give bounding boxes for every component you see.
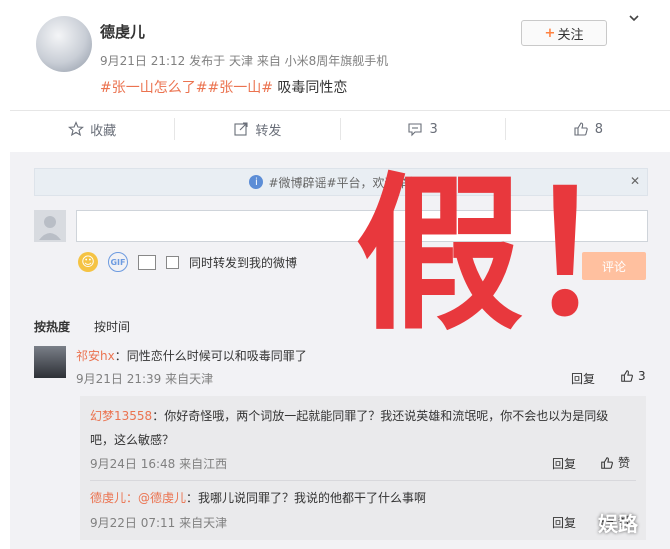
post-time[interactable]: 9月21日 21:12 bbox=[100, 54, 185, 68]
chevron-down-icon[interactable] bbox=[628, 12, 642, 26]
reply-button[interactable]: 回复 bbox=[552, 514, 576, 531]
sort-by-time[interactable]: 按时间 bbox=[94, 318, 130, 335]
like-button[interactable]: 8 bbox=[504, 118, 670, 140]
favorite-button[interactable]: 收藏 bbox=[10, 120, 174, 139]
post-text: #张一山怎么了##张一山# 吸毒同性恋 bbox=[100, 77, 347, 97]
image-icon[interactable] bbox=[138, 254, 156, 270]
reply-mention[interactable]: ：@德虔儿 bbox=[126, 491, 186, 505]
comment-count: 3 bbox=[429, 121, 438, 137]
fake-stamp-overlay: 假！ bbox=[355, 157, 670, 353]
commenter-avatar[interactable] bbox=[34, 346, 66, 378]
repost-label: 转发 bbox=[255, 123, 282, 139]
gif-icon[interactable]: GIF bbox=[108, 252, 128, 272]
repost-button[interactable]: 转发 bbox=[174, 118, 339, 140]
thumbs-up-icon bbox=[574, 122, 588, 136]
post-body: 吸毒同性恋 bbox=[277, 80, 348, 96]
plus-icon: + bbox=[544, 25, 556, 41]
published-prefix: 发布于 bbox=[189, 54, 226, 68]
sort-by-hot[interactable]: 按热度 bbox=[34, 318, 70, 335]
comment-like-count: 3 bbox=[638, 369, 646, 383]
source-prefix: 来自 bbox=[256, 54, 281, 68]
repost-icon bbox=[234, 122, 248, 136]
reply-text: ：我哪儿说同罪了？我说的他都干了什么事啊 bbox=[186, 491, 427, 505]
star-icon bbox=[68, 121, 85, 137]
follow-button[interactable]: + 关注 bbox=[521, 20, 607, 46]
repost-checkbox[interactable] bbox=[166, 255, 179, 269]
reply-button[interactable]: 回复 bbox=[552, 455, 576, 472]
like-count: 8 bbox=[594, 121, 604, 137]
action-bar: 收藏 转发 3 8 bbox=[10, 110, 670, 147]
reply-like-button[interactable]: 赞 bbox=[600, 454, 630, 471]
thumbs-up-icon bbox=[601, 456, 613, 469]
favorite-label: 收藏 bbox=[90, 123, 117, 139]
repost-option-label[interactable]: 同时转发到我的微博 bbox=[189, 254, 297, 271]
commenter-name[interactable]: 祁安hx bbox=[76, 349, 115, 363]
comment-like-button[interactable]: 3 bbox=[620, 369, 646, 383]
reply-like-label: 赞 bbox=[618, 456, 631, 470]
post-device[interactable]: 小米8周年旗舰手机 bbox=[285, 54, 389, 68]
author-avatar[interactable] bbox=[36, 16, 92, 72]
reply-time: 9月22日 07:11 来自天津 bbox=[90, 516, 228, 530]
comment-tools: ☺ GIF 同时转发到我的微博 bbox=[78, 252, 297, 272]
info-icon: i bbox=[249, 175, 264, 189]
follow-label: 关注 bbox=[557, 27, 584, 43]
reply-time: 9月24日 16:48 来自江西 bbox=[90, 457, 228, 471]
comment-text: ：同性恋什么时候可以和吸毒同罪了 bbox=[114, 349, 307, 363]
author-name[interactable]: 德虔儿 bbox=[100, 21, 145, 42]
watermark: 娱路 bbox=[598, 512, 638, 536]
reply-user[interactable]: 幻梦13558 bbox=[90, 409, 152, 423]
reply-item: 幻梦13558：你好奇怪哦，两个词放一起就能同罪了？我还说英雄和流氓呢，你不会也… bbox=[90, 404, 630, 452]
comment-time: 9月21日 21:39 来自天津 bbox=[76, 372, 214, 386]
repost-checkbox-wrap[interactable] bbox=[166, 252, 179, 272]
post-meta: 9月21日 21:12 发布于 天津 来自 小米8周年旗舰手机 bbox=[100, 52, 388, 69]
comment-icon bbox=[408, 123, 423, 137]
reply-divider bbox=[90, 480, 636, 481]
comment-button[interactable]: 3 bbox=[339, 118, 505, 140]
post-tags[interactable]: #张一山怎么了##张一山# bbox=[100, 80, 273, 96]
reply-button[interactable]: 回复 bbox=[571, 370, 595, 387]
reply-item: 德虔儿：@德虔儿：我哪儿说同罪了？我说的他都干了什么事啊 bbox=[90, 489, 426, 506]
reply-user[interactable]: 德虔儿 bbox=[90, 491, 126, 505]
comment-item: 祁安hx：同性恋什么时候可以和吸毒同罪了 bbox=[76, 347, 307, 364]
emoji-icon[interactable]: ☺ bbox=[78, 252, 98, 272]
post-location: 天津 bbox=[228, 54, 253, 68]
reply-text: ：你好奇怪哦，两个词放一起就能同罪了？我还说英雄和流氓呢，你不会也以为是同级吧，… bbox=[90, 409, 609, 447]
thumbs-up-icon bbox=[621, 370, 633, 382]
current-user-avatar bbox=[34, 210, 66, 242]
